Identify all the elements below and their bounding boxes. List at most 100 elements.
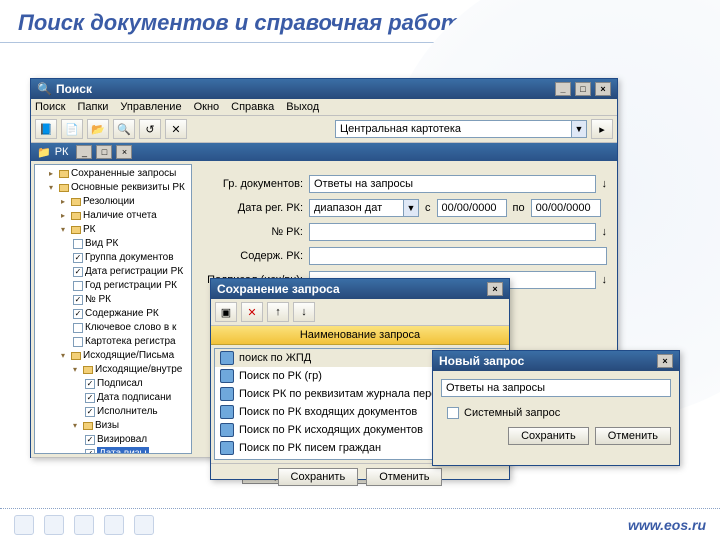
search-icon: 🔍 — [37, 82, 52, 96]
rk-minimize[interactable]: _ — [76, 145, 92, 159]
folder-icon — [59, 170, 69, 178]
close-button[interactable]: × — [595, 82, 611, 96]
footer-icon-2 — [44, 515, 64, 535]
save-toolbar: ▣ ✕ ↑ ↓ — [211, 299, 509, 326]
save-button-row: Сохранить Отменить — [211, 463, 509, 490]
chevron-down-icon[interactable]: ▼ — [571, 121, 586, 137]
tree-leaf[interactable]: ✓ Содержание РК — [73, 307, 189, 321]
save-button[interactable]: Сохранить — [278, 468, 359, 486]
system-query-label: Системный запрос — [464, 407, 560, 419]
new-query-name-input[interactable] — [441, 379, 671, 397]
save-tool-down[interactable]: ↓ — [293, 302, 315, 322]
tree-leaf[interactable]: ✓ Группа документов — [73, 251, 189, 265]
tree-leaf[interactable]: ✓ Подписал — [85, 377, 189, 391]
menubar: Поиск Папки Управление Окно Справка Выхо… — [31, 99, 617, 116]
footer-icon-4 — [104, 515, 124, 535]
tree-leaf[interactable]: ✓ Дата подписани — [85, 391, 189, 405]
query-icon — [220, 405, 234, 419]
tree-leaf[interactable]: ✓ Визировал — [85, 433, 189, 447]
toolbar-btn-1[interactable]: 📘 — [35, 119, 57, 139]
minimize-button[interactable]: _ — [555, 82, 571, 96]
menu-window[interactable]: Окно — [194, 101, 220, 113]
menu-folders[interactable]: Папки — [77, 101, 108, 113]
save-close[interactable]: × — [487, 282, 503, 296]
search-titlebar[interactable]: 🔍 Поиск _ □ × — [31, 79, 617, 99]
date-to-input[interactable] — [531, 199, 601, 217]
cancel-button[interactable]: Отменить — [366, 468, 442, 486]
save-title: Сохранение запроса — [217, 282, 340, 296]
from-label: с — [425, 202, 431, 214]
pick-group-icon[interactable]: ↓ — [602, 178, 608, 190]
content-input[interactable] — [309, 247, 607, 265]
toolbar: 📘 📄 📂 🔍 ↺ ✕ Центральная картотека ▼ ▸ — [31, 116, 617, 143]
rk-close[interactable]: × — [116, 145, 132, 159]
tree-item[interactable]: Визы — [73, 419, 189, 433]
tree-leaf[interactable]: ✓ Исполнитель — [85, 405, 189, 419]
range-combo[interactable]: диапазон дат ▼ — [309, 199, 419, 217]
tree-item[interactable]: Наличие отчета — [61, 209, 189, 223]
tree-pane[interactable]: Сохраненные запросы Основные реквизиты Р… — [34, 164, 192, 454]
folder-icon: 📁 — [37, 146, 51, 159]
folder-icon — [59, 184, 69, 192]
query-icon — [220, 387, 234, 401]
toolbar-btn-6[interactable]: ✕ — [165, 119, 187, 139]
pick-num-icon[interactable]: ↓ — [602, 226, 608, 238]
toolbar-btn-4[interactable]: 🔍 — [113, 119, 135, 139]
tree-saved[interactable]: Сохраненные запросы — [49, 167, 189, 181]
system-query-checkbox[interactable] — [447, 407, 459, 419]
query-icon — [220, 441, 234, 455]
tree-leaf[interactable]: ✓ Дата визы — [85, 447, 189, 454]
save-tool-del[interactable]: ✕ — [241, 302, 263, 322]
menu-search[interactable]: Поиск — [35, 101, 65, 113]
tree-root[interactable]: Основные реквизиты РК — [49, 181, 189, 195]
footer-url: www.eos.ru — [628, 517, 706, 533]
tree-item[interactable]: Исходящие/внутре — [73, 363, 189, 377]
tree-leaf[interactable]: ✓ Дата регистрации РК — [73, 265, 189, 279]
footer: www.eos.ru — [0, 508, 720, 540]
tree-leaf[interactable]: Вид РК — [73, 237, 189, 251]
query-icon — [220, 423, 234, 437]
group-input[interactable] — [309, 175, 596, 193]
new-titlebar[interactable]: Новый запрос × — [433, 351, 679, 371]
query-icon — [220, 369, 234, 383]
toolbar-btn-2[interactable]: 📄 — [61, 119, 83, 139]
rk-maximize[interactable]: □ — [96, 145, 112, 159]
tree-item[interactable]: Резолюции — [61, 195, 189, 209]
toolbar-btn-5[interactable]: ↺ — [139, 119, 161, 139]
num-input[interactable] — [309, 223, 596, 241]
tree-leaf[interactable]: Картотека регистра — [73, 335, 189, 349]
footer-icon-1 — [14, 515, 34, 535]
menu-exit[interactable]: Выход — [286, 101, 319, 113]
content-label: Содерж. РК: — [205, 250, 303, 262]
to-label: по — [513, 202, 525, 214]
menu-manage[interactable]: Управление — [120, 101, 181, 113]
tree-item[interactable]: РК — [61, 223, 189, 237]
tree-leaf[interactable]: Ключевое слово в к — [73, 321, 189, 335]
group-label: Гр. документов: — [205, 178, 303, 190]
date-from-input[interactable] — [437, 199, 507, 217]
chevron-down-icon[interactable]: ▼ — [403, 200, 418, 216]
tree-leaf[interactable]: ✓ № РК — [73, 293, 189, 307]
query-icon — [220, 351, 234, 365]
tree-item[interactable]: Исходящие/Письма — [61, 349, 189, 363]
save-tool-new[interactable]: ▣ — [215, 302, 237, 322]
tree-leaf[interactable]: Год регистрации РК — [73, 279, 189, 293]
save-button[interactable]: Сохранить — [508, 427, 589, 445]
pick-signed-icon[interactable]: ↓ — [602, 274, 608, 286]
save-titlebar[interactable]: Сохранение запроса × — [211, 279, 509, 299]
footer-icon-5 — [134, 515, 154, 535]
new-query-dialog: Новый запрос × Системный запрос Сохранит… — [432, 350, 680, 466]
save-tool-up[interactable]: ↑ — [267, 302, 289, 322]
search-title: Поиск — [56, 82, 92, 96]
new-close[interactable]: × — [657, 354, 673, 368]
menu-help[interactable]: Справка — [231, 101, 274, 113]
save-col-header: Наименование запроса — [211, 326, 509, 345]
cancel-button[interactable]: Отменить — [595, 427, 671, 445]
num-label: № РК: — [205, 226, 303, 238]
rk-sub-titlebar[interactable]: 📁 РК _ □ × — [31, 143, 617, 161]
toolbar-btn-go[interactable]: ▸ — [591, 119, 613, 139]
cabinet-combo[interactable]: Центральная картотека ▼ — [335, 120, 587, 138]
toolbar-btn-3[interactable]: 📂 — [87, 119, 109, 139]
new-title: Новый запрос — [439, 354, 524, 368]
maximize-button[interactable]: □ — [575, 82, 591, 96]
